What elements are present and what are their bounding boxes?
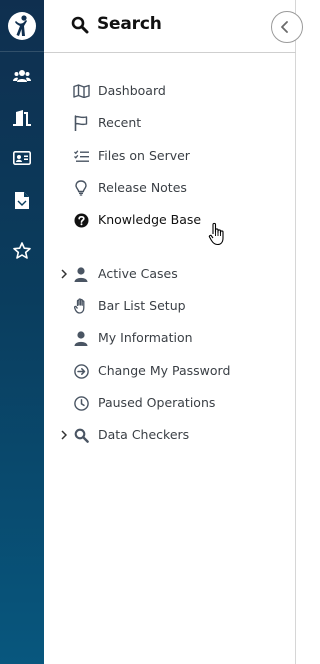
rail-document-button[interactable]: [0, 186, 44, 214]
clock-icon: [72, 394, 90, 412]
checklist-icon: [72, 147, 90, 165]
rail-id-card-button[interactable]: [0, 144, 44, 172]
menu-item-my-information[interactable]: My Information: [64, 326, 284, 350]
menu-item-bar-list-setup[interactable]: Bar List Setup: [64, 294, 284, 318]
user-icon: [72, 329, 90, 347]
users-icon: [13, 70, 31, 82]
menu-item-data-checkers[interactable]: Data Checkers: [61, 423, 284, 447]
menu-item-label: Active Cases: [98, 266, 178, 281]
chevron-left-icon: [281, 21, 288, 33]
menu-item-label: Data Checkers: [98, 427, 190, 442]
map-icon: [72, 82, 90, 100]
app-logo[interactable]: [0, 0, 44, 52]
chevron-right-icon[interactable]: [59, 429, 69, 441]
menu-item-label: Release Notes: [98, 180, 187, 195]
menu-item-change-my-password[interactable]: Change My Password: [64, 359, 284, 383]
menu-item-active-cases[interactable]: Active Cases: [61, 262, 284, 286]
menu-item-label: Knowledge Base: [98, 212, 202, 227]
search-panel: Search Dashboard Recent Files on Server …: [44, 0, 303, 664]
menu-item-recent[interactable]: Recent: [64, 111, 284, 135]
document-icon: [15, 191, 29, 209]
star-icon: [13, 241, 31, 259]
person-logo-icon: [8, 11, 36, 40]
menu-item-release-notes[interactable]: Release Notes: [64, 176, 284, 200]
flag-icon: [72, 114, 90, 132]
hand-pointer-cursor-icon: [208, 222, 224, 246]
hand-icon: [72, 297, 90, 315]
page-title: Search: [97, 14, 162, 34]
menu-item-label: Bar List Setup: [98, 298, 186, 313]
id-card-icon: [13, 151, 31, 165]
menu-item-knowledge-base[interactable]: Knowledge Base: [64, 208, 284, 232]
menu-item-label: Change My Password: [98, 363, 231, 378]
menu-item-paused-operations[interactable]: Paused Operations: [64, 391, 284, 415]
menu-item-label: Dashboard: [98, 83, 166, 98]
nav-rail: [0, 0, 44, 664]
menu-item-label: Paused Operations: [98, 395, 216, 410]
search-icon: [71, 16, 89, 39]
chevron-right-icon[interactable]: [59, 268, 69, 280]
search-icon: [72, 426, 90, 444]
menu-item-dashboard[interactable]: Dashboard: [64, 79, 284, 103]
rail-users-button[interactable]: [0, 62, 44, 90]
rail-door-button[interactable]: [0, 104, 44, 132]
panel-header: Search: [44, 0, 303, 53]
arrow-circle-icon: [72, 362, 90, 380]
rail-star-button[interactable]: [0, 236, 44, 264]
menu-item-label: Recent: [98, 115, 142, 130]
menu-item-label: Files on Server: [98, 148, 190, 163]
menu-item-files-on-server[interactable]: Files on Server: [64, 144, 284, 168]
door-icon: [13, 110, 31, 126]
collapse-panel-button[interactable]: [271, 11, 303, 43]
menu-item-label: My Information: [98, 330, 193, 345]
lightbulb-icon: [72, 179, 90, 197]
question-circle-icon: [72, 211, 90, 229]
user-icon: [72, 265, 90, 283]
